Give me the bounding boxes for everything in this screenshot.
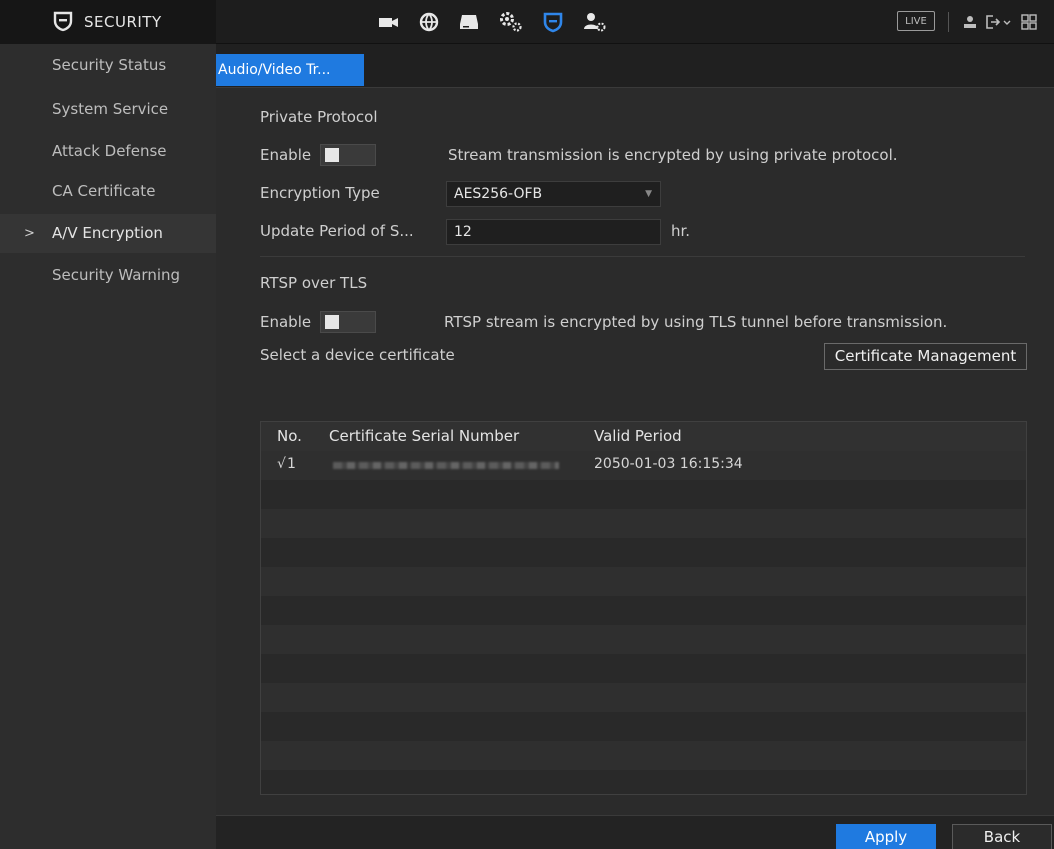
top-bar: SECURITY LIVE bbox=[0, 0, 1054, 44]
apply-button[interactable]: Apply bbox=[836, 824, 936, 849]
sidebar-item-security-status[interactable]: Security Status bbox=[0, 46, 216, 85]
header-divider bbox=[948, 12, 949, 32]
column-header-no: No. bbox=[277, 427, 302, 445]
camera-icon[interactable] bbox=[375, 8, 403, 36]
toggle-knob bbox=[325, 148, 339, 162]
storage-icon[interactable] bbox=[455, 8, 483, 36]
row-number: 1 bbox=[287, 456, 296, 472]
table-row bbox=[261, 770, 1026, 794]
settings-content: Private Protocol Enable Stream transmiss… bbox=[216, 88, 1054, 815]
tab-bar: Audio/Video Tr... bbox=[216, 44, 1054, 88]
rtsp-description: RTSP stream is encrypted by using TLS tu… bbox=[444, 313, 948, 331]
sidebar-item-label: System Service bbox=[52, 100, 169, 118]
sidebar-item-label: Security Warning bbox=[52, 266, 181, 284]
table-row bbox=[261, 712, 1026, 741]
select-device-certificate-label: Select a device certificate bbox=[260, 346, 455, 364]
tab-audio-video-transmission[interactable]: Audio/Video Tr... bbox=[216, 54, 364, 86]
certificate-table: No. Certificate Serial Number Valid Peri… bbox=[260, 421, 1027, 795]
sidebar-item-attack-defense[interactable]: Attack Defense bbox=[0, 132, 216, 171]
column-header-valid-period: Valid Period bbox=[594, 427, 682, 445]
live-button[interactable]: LIVE bbox=[897, 11, 935, 31]
security-shield-icon[interactable] bbox=[539, 8, 567, 36]
update-period-label: Update Period of S... bbox=[260, 222, 414, 240]
redacted-serial-number bbox=[333, 462, 559, 469]
app-title: SECURITY bbox=[84, 13, 162, 31]
update-period-input[interactable]: 12 bbox=[446, 219, 661, 245]
table-row bbox=[261, 625, 1026, 654]
encryption-type-select[interactable]: AES256-OFB ▼ bbox=[446, 181, 661, 207]
chevron-down-icon[interactable] bbox=[1002, 13, 1012, 31]
table-row bbox=[261, 654, 1026, 683]
sidebar-item-label: A/V Encryption bbox=[52, 224, 163, 242]
table-row bbox=[261, 538, 1026, 567]
rtsp-enable-label: Enable bbox=[260, 313, 312, 331]
main-panel: Audio/Video Tr... Private Protocol Enabl… bbox=[216, 44, 1054, 849]
table-row bbox=[261, 480, 1026, 509]
column-header-serial: Certificate Serial Number bbox=[329, 427, 520, 445]
sidebar-item-label: Security Status bbox=[52, 56, 167, 74]
logout-icon[interactable] bbox=[984, 13, 1002, 31]
system-settings-icon[interactable] bbox=[497, 8, 525, 36]
update-period-unit: hr. bbox=[671, 222, 691, 240]
sidebar: Security Status System Service Attack De… bbox=[0, 44, 216, 849]
footer-bar: Apply Back bbox=[216, 815, 1054, 849]
chevron-right-icon: > bbox=[24, 226, 35, 241]
sidebar-item-ca-certificate[interactable]: CA Certificate bbox=[0, 172, 216, 211]
table-header: No. Certificate Serial Number Valid Peri… bbox=[261, 422, 1026, 451]
section-divider bbox=[260, 256, 1025, 257]
account-icon[interactable] bbox=[581, 8, 609, 36]
sidebar-item-label: CA Certificate bbox=[52, 182, 156, 200]
table-row[interactable]: √ 1 2050-01-03 16:15:34 bbox=[261, 451, 1026, 480]
sidebar-item-av-encryption[interactable]: > A/V Encryption bbox=[0, 214, 216, 253]
shield-icon bbox=[53, 11, 73, 32]
certificate-management-button[interactable]: Certificate Management bbox=[824, 343, 1027, 370]
rtsp-over-tls-heading: RTSP over TLS bbox=[260, 274, 368, 292]
chevron-down-icon: ▼ bbox=[645, 189, 652, 199]
network-icon[interactable] bbox=[415, 8, 443, 36]
private-protocol-heading: Private Protocol bbox=[260, 108, 378, 126]
back-button[interactable]: Back bbox=[952, 824, 1052, 849]
rtsp-over-tls-enable-toggle[interactable] bbox=[320, 311, 376, 333]
encryption-type-label: Encryption Type bbox=[260, 184, 380, 202]
private-protocol-description: Stream transmission is encrypted by usin… bbox=[448, 146, 898, 164]
table-row bbox=[261, 509, 1026, 538]
layout-grid-icon[interactable] bbox=[1020, 13, 1038, 31]
sidebar-item-security-warning[interactable]: Security Warning bbox=[0, 256, 216, 295]
brand-area: SECURITY bbox=[0, 0, 216, 44]
user-icon[interactable] bbox=[961, 13, 979, 31]
row-valid-period: 2050-01-03 16:15:34 bbox=[594, 456, 743, 472]
table-row bbox=[261, 567, 1026, 596]
sidebar-item-label: Attack Defense bbox=[52, 142, 167, 160]
sidebar-item-system-service[interactable]: System Service bbox=[0, 90, 216, 129]
private-protocol-enable-toggle[interactable] bbox=[320, 144, 376, 166]
encryption-type-value: AES256-OFB bbox=[454, 186, 543, 202]
table-row bbox=[261, 683, 1026, 712]
table-row bbox=[261, 741, 1026, 770]
row-check-mark: √ bbox=[277, 456, 286, 472]
private-enable-label: Enable bbox=[260, 146, 312, 164]
table-row bbox=[261, 596, 1026, 625]
toggle-knob bbox=[325, 315, 339, 329]
